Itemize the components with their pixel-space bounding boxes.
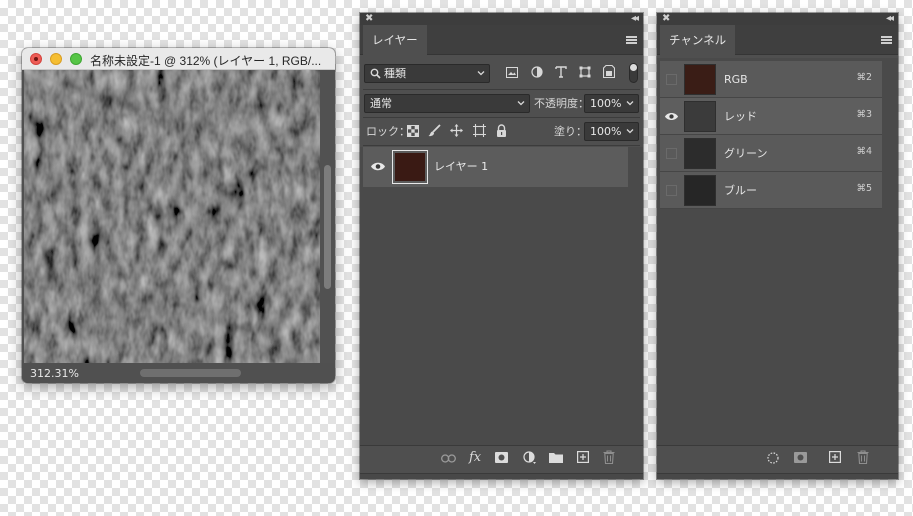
chevron-down-icon [477, 71, 485, 76]
shape-filter-icon[interactable] [579, 66, 591, 78]
layer-list: レイヤー 1 [360, 147, 643, 445]
layers-tab-bar: レイヤー [360, 25, 643, 55]
blend-opacity-row: 通常 不透明度： 100% [360, 92, 643, 114]
panel-topbar[interactable]: ✖ ◂◂ [360, 13, 643, 25]
layer-row[interactable]: レイヤー 1 [363, 147, 628, 187]
filter-kind-label: 種類 [384, 67, 406, 80]
channel-thumbnail [684, 64, 716, 95]
channel-name: ブルー [724, 184, 757, 197]
vertical-scroll-thumb[interactable] [324, 165, 331, 289]
canvas-texture-image [24, 70, 320, 363]
blend-mode-value: 通常 [370, 97, 392, 110]
channel-thumbnail [684, 138, 716, 169]
channel-row-blue[interactable]: ブルー ⌘5 [660, 172, 882, 209]
zoom-level[interactable]: 312.31% [30, 367, 79, 380]
lock-position-icon[interactable] [450, 124, 463, 137]
eye-icon[interactable] [664, 111, 679, 122]
channels-footer [657, 445, 898, 471]
fill-value: 100% [590, 125, 622, 138]
channel-name: グリーン [724, 147, 768, 160]
lock-transparent-pixels-icon[interactable] [407, 125, 419, 137]
layer-name[interactable]: レイヤー 1 [434, 147, 488, 187]
channel-list: RGB ⌘2 レッド ⌘3 グリーン ⌘4 ブルー ⌘5 [657, 58, 898, 445]
collapse-panel-icon[interactable]: ◂◂ [886, 13, 894, 25]
close-panel-icon[interactable]: ✖ [662, 13, 670, 25]
smart-object-filter-icon[interactable] [603, 65, 615, 78]
trash-icon[interactable] [857, 450, 869, 464]
channel-shortcut: ⌘5 [856, 183, 872, 194]
close-panel-icon[interactable]: ✖ [365, 13, 373, 25]
channel-row-red[interactable]: レッド ⌘3 [660, 98, 882, 135]
channel-visibility-toggle[interactable] [665, 184, 678, 197]
channel-thumbnail [684, 175, 716, 206]
panel-bottom-edge [657, 473, 898, 479]
layers-footer: fx [360, 445, 643, 471]
channel-shortcut: ⌘3 [856, 109, 872, 120]
image-filter-icon[interactable] [506, 67, 518, 78]
load-selection-icon[interactable] [767, 452, 779, 464]
lock-artboard-icon[interactable] [473, 124, 486, 137]
chevron-down-icon[interactable] [625, 98, 635, 108]
fx-icon[interactable]: fx [469, 450, 481, 465]
mask-icon[interactable] [495, 452, 508, 463]
channel-thumbnail [684, 101, 716, 132]
lock-fill-row: ロック： 塗り： 100% [360, 120, 643, 142]
document-title: 名称未設定-1 @ 312% (レイヤー 1, RGB/... [90, 54, 322, 68]
blend-mode-select[interactable]: 通常 [364, 94, 530, 113]
document-status-bar: 312.31% [22, 363, 335, 383]
vertical-scrollbar[interactable] [320, 70, 335, 363]
folder-icon[interactable] [549, 452, 563, 463]
adjustment-icon[interactable] [523, 451, 537, 465]
opacity-label: 不透明度： [534, 97, 589, 110]
channels-tab-bar: チャンネル [657, 25, 898, 55]
link-icon[interactable] [441, 454, 456, 463]
channel-row-rgb[interactable]: RGB ⌘2 [660, 61, 882, 98]
lock-image-pixels-icon[interactable] [428, 124, 441, 137]
tab-layers[interactable]: レイヤー [363, 25, 427, 55]
channel-shortcut: ⌘2 [856, 72, 872, 83]
opacity-value: 100% [590, 97, 622, 110]
filter-toggle-switch[interactable] [629, 63, 638, 83]
channel-name: レッド [724, 110, 757, 123]
channels-panel: ✖ ◂◂ チャンネル RGB ⌘2 レッド ⌘3 グリーン ⌘4 ブルー ⌘5 [657, 13, 898, 479]
adjustment-filter-icon[interactable] [531, 66, 543, 78]
minimize-window-button[interactable] [50, 53, 62, 65]
panel-menu-icon[interactable] [626, 36, 637, 44]
collapse-panel-icon[interactable]: ◂◂ [631, 13, 639, 25]
type-filter-icon[interactable] [555, 66, 567, 78]
panel-menu-icon[interactable] [881, 36, 892, 44]
lock-all-icon[interactable] [496, 124, 507, 137]
new-layer-icon[interactable] [577, 451, 589, 463]
fill-input[interactable]: 100% [584, 122, 639, 141]
panel-topbar[interactable]: ✖ ◂◂ [657, 13, 898, 25]
chevron-down-icon [517, 101, 525, 106]
channel-name: RGB [724, 73, 748, 86]
search-icon [370, 68, 381, 79]
document-window: 名称未設定-1 @ 312% (レイヤー 1, RGB/... 312.31% [22, 48, 335, 383]
save-selection-icon[interactable] [794, 452, 807, 463]
horizontal-scroll-thumb[interactable] [140, 369, 241, 377]
eye-icon[interactable] [370, 161, 386, 172]
layer-thumbnail [392, 150, 428, 184]
tab-channels[interactable]: チャンネル [660, 25, 736, 55]
document-titlebar[interactable]: 名称未設定-1 @ 312% (レイヤー 1, RGB/... [22, 48, 335, 70]
panel-bottom-edge [360, 473, 643, 479]
close-window-button[interactable] [30, 53, 42, 65]
chevron-down-icon[interactable] [625, 126, 635, 136]
opacity-input[interactable]: 100% [584, 94, 639, 113]
filter-kind-select[interactable]: 種類 [364, 64, 490, 83]
fill-label: 塗り： [554, 125, 587, 138]
zoom-window-button[interactable] [70, 53, 82, 65]
new-channel-icon[interactable] [829, 451, 841, 463]
channel-row-green[interactable]: グリーン ⌘4 [660, 135, 882, 172]
lock-label: ロック： [366, 125, 410, 138]
layer-filter-row: 種類 [360, 61, 643, 85]
layers-panel: ✖ ◂◂ レイヤー 種類 通常 不透明度： 100% ロック： 塗り： 100%… [360, 13, 643, 479]
trash-icon[interactable] [603, 450, 615, 464]
channel-visibility-toggle[interactable] [665, 147, 678, 160]
channel-shortcut: ⌘4 [856, 146, 872, 157]
document-canvas[interactable] [24, 70, 320, 363]
channel-visibility-toggle[interactable] [665, 73, 678, 86]
